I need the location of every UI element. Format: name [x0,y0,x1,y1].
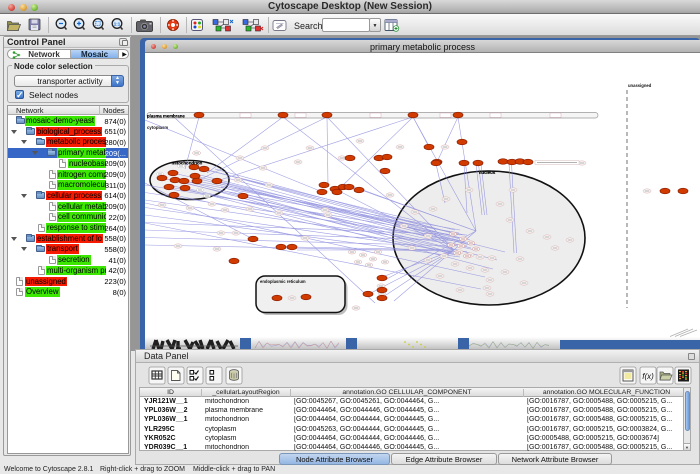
svg-text:1:1: 1:1 [114,22,121,27]
svg-text:mitochondrion: mitochondrion [172,160,203,165]
svg-text:nucleus: nucleus [479,170,496,175]
svg-text:f(x): f(x) [642,372,654,381]
svg-text:plasma membrane: plasma membrane [147,113,185,118]
svg-text:unassigned: unassigned [628,83,652,88]
svg-text:endoplasmic reticulum: endoplasmic reticulum [260,279,306,284]
svg-text:cytoplasm: cytoplasm [147,125,168,130]
